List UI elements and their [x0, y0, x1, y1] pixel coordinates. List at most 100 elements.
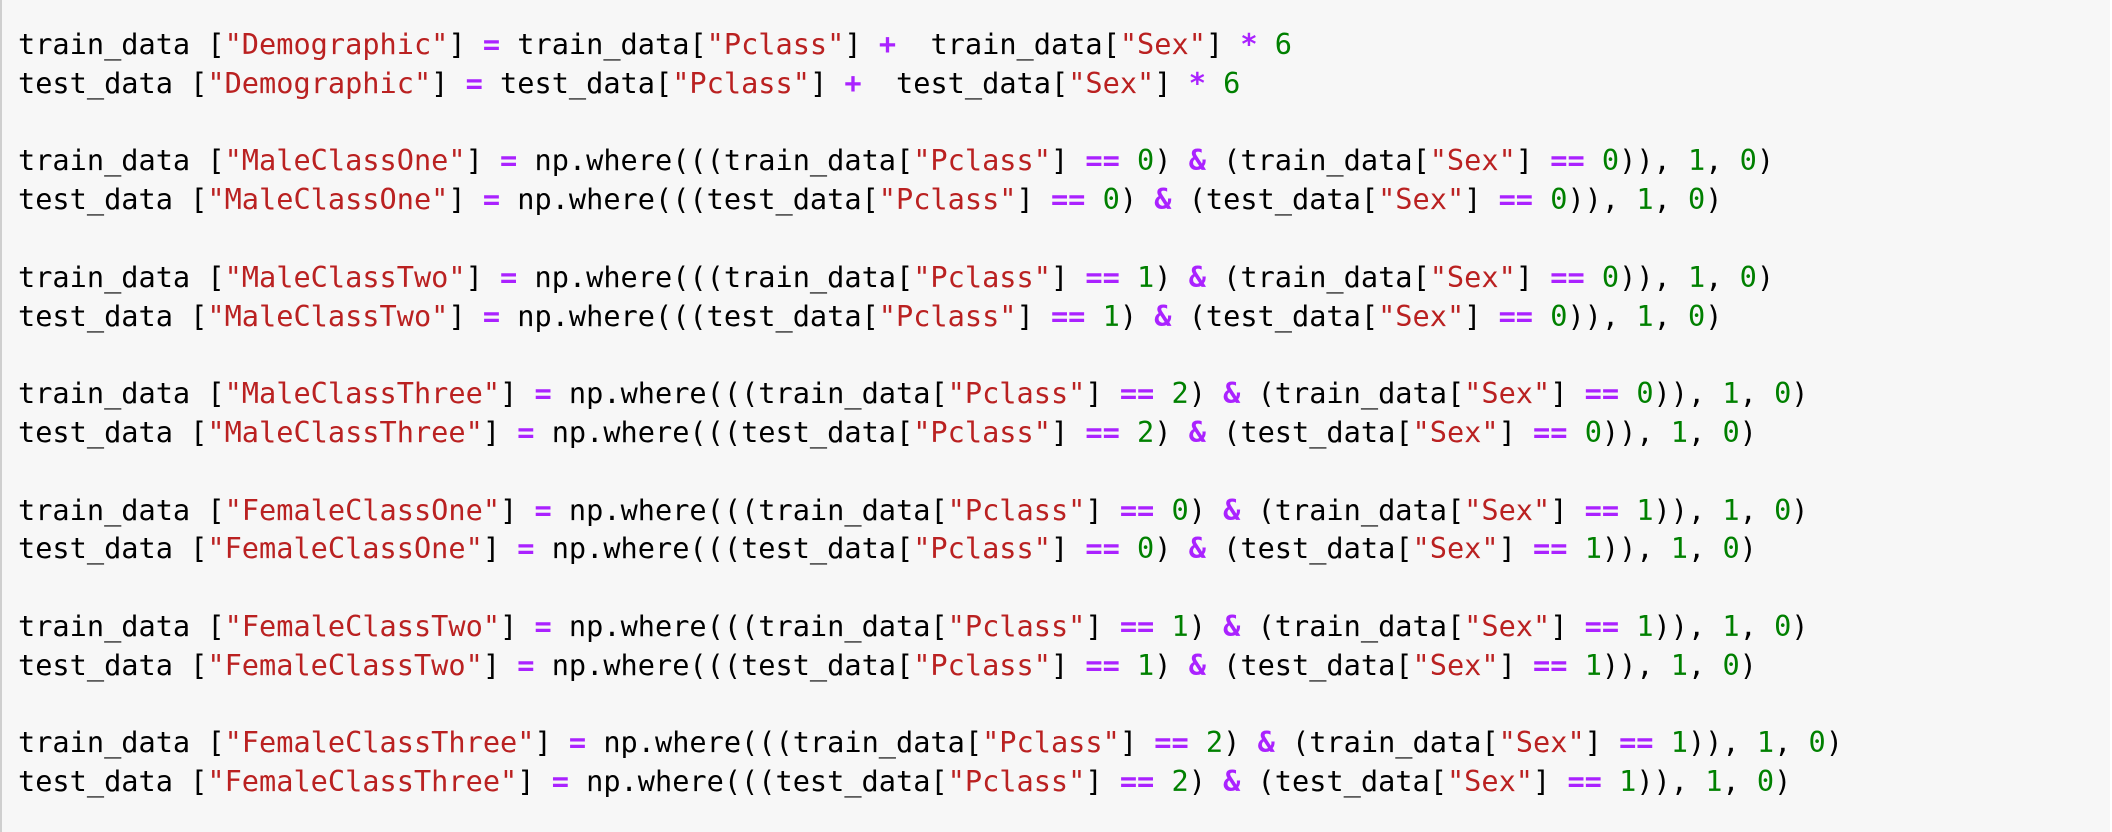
code-text-token: (train_data[ — [1240, 376, 1465, 411]
code-text-token: , — [1722, 764, 1757, 799]
number-token: 0 — [1584, 414, 1602, 449]
code-text-token: ) — [1188, 492, 1224, 527]
string-token: "FemaleClassTwo" — [207, 647, 483, 682]
code-text-token: test_data[ — [861, 65, 1069, 100]
code-text-token: test_data [ — [18, 182, 208, 217]
number-token: 0 — [1601, 143, 1620, 178]
operator-token: == — [1533, 414, 1568, 449]
operator-token: == — [1119, 608, 1155, 643]
operator-token: == — [1498, 298, 1534, 333]
code-text-token: , — [1739, 376, 1775, 411]
operator-token: = — [517, 531, 535, 566]
string-token: "Pclass" — [878, 182, 1017, 217]
operator-token: == — [1533, 531, 1568, 566]
number-token: 0 — [1636, 376, 1654, 411]
code-text-token: ) — [1791, 376, 1809, 411]
operator-token: == — [1567, 764, 1602, 799]
code-text-token: test_data [ — [18, 65, 208, 100]
number-token: 0 — [1601, 259, 1620, 294]
code-text-token: ) — [1756, 143, 1775, 178]
number-token: 1 — [1102, 298, 1120, 333]
operator-token: == — [1085, 259, 1120, 294]
code-text-token: (train_data[ — [1240, 492, 1465, 527]
operator-token: == — [1533, 647, 1568, 682]
code-text-token: ] — [1533, 764, 1568, 799]
code-text-token: np.where(((test_data[ — [534, 414, 914, 449]
code-text-token: ] — [1050, 531, 1086, 566]
code-text-token: (train_data[ — [1205, 143, 1430, 178]
string-token: "MaleClassThree" — [207, 414, 483, 449]
code-text-token: ] — [1498, 414, 1534, 449]
number-token: 1 — [1670, 414, 1688, 449]
code-text-token: ) — [1739, 414, 1757, 449]
number-token: 0 — [1739, 143, 1757, 178]
number-token: 0 — [1774, 376, 1792, 411]
code-text-token: )), — [1601, 647, 1671, 682]
code-text-token: ] — [465, 259, 501, 294]
operator-token: & — [1154, 182, 1172, 217]
code-text-token: train_data [ — [18, 608, 225, 643]
operator-token: == — [1085, 647, 1120, 682]
operator-token: & — [1188, 414, 1206, 449]
number-token: 1 — [1636, 182, 1654, 217]
code-text-token: ) — [1774, 764, 1792, 799]
code-text-token: , — [1688, 647, 1723, 682]
code-text-token: ] — [1085, 764, 1120, 799]
code-text-token: ) — [1188, 764, 1224, 799]
operator-token: & — [1223, 764, 1241, 799]
code-text-token: ) — [1119, 298, 1155, 333]
code-text-token: ) — [1825, 725, 1843, 760]
operator-token: == — [1619, 725, 1654, 760]
number-token: 0 — [1137, 143, 1155, 178]
string-token: "Sex" — [1498, 725, 1585, 760]
string-token: "Sex" — [1429, 143, 1516, 178]
code-text-token: ) — [1154, 414, 1189, 449]
code-text-token: ] — [1085, 376, 1120, 411]
code-text-token: , — [1688, 414, 1723, 449]
code-text-token: ] — [448, 298, 483, 333]
number-token: 2 — [1205, 725, 1224, 760]
code-cell[interactable]: train_data [ "Demographic"] = train_data[… — [0, 0, 2110, 832]
code-text-token: (test_data[ — [1205, 414, 1413, 449]
code-text-token: ) — [1223, 725, 1258, 760]
string-token: "Pclass" — [913, 647, 1051, 682]
operator-token: = — [517, 647, 535, 682]
code-text-token: np.where(((test_data[ — [500, 182, 879, 217]
code-text-token: )), — [1653, 376, 1723, 411]
code-text-token: ] — [534, 725, 569, 760]
code-text-token: test_data [ — [18, 764, 208, 799]
code-text-token: ] — [1515, 259, 1551, 294]
code-editor[interactable]: train_data [ "Demographic"] = train_data[… — [18, 25, 1843, 801]
code-text-token: train_data [ — [18, 492, 225, 527]
code-text-token: np.where(((train_data[ — [586, 725, 983, 760]
code-text-token: )), — [1653, 492, 1723, 527]
code-text-token: )), — [1567, 182, 1637, 217]
operator-token: == — [1085, 143, 1120, 178]
string-token: "Pclass" — [913, 531, 1051, 566]
operator-token: = — [534, 492, 552, 527]
operator-token: = — [500, 259, 518, 294]
code-text-token: np.where(((train_data[ — [551, 492, 948, 527]
code-text-token: train_data[ — [500, 27, 707, 61]
string-token: "Pclass" — [947, 492, 1086, 527]
number-token: 2 — [1171, 376, 1189, 411]
code-text-token: test_data [ — [18, 414, 208, 449]
string-token: "Sex" — [1412, 647, 1499, 682]
number-token: 1 — [1171, 608, 1189, 643]
operator-token: * — [1240, 27, 1258, 61]
string-token: "Demographic" — [224, 27, 449, 61]
code-text-token: test_data[ — [482, 65, 673, 100]
code-text-token: ] — [1016, 298, 1051, 333]
